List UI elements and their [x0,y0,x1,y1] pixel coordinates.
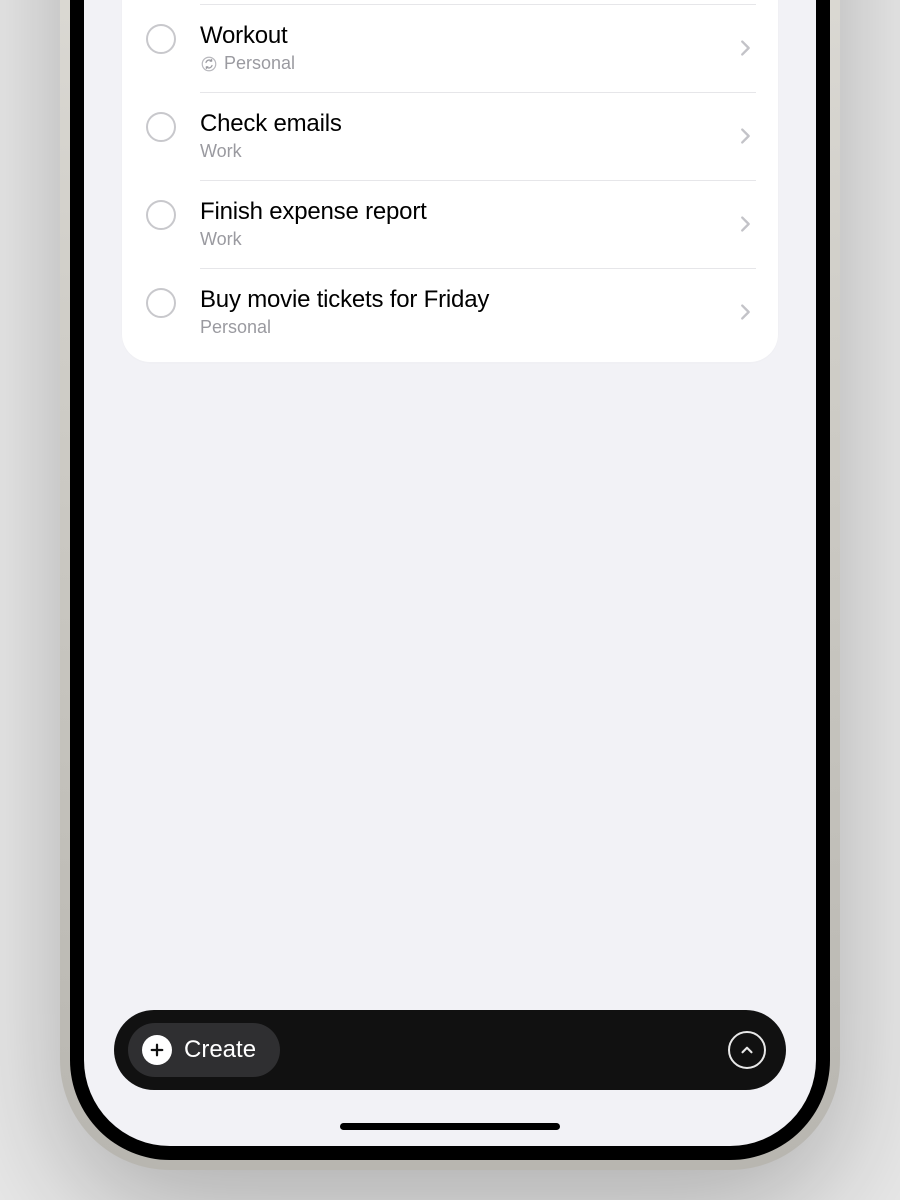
chevron-right-icon [734,125,756,147]
task-row[interactable]: Check emails Work [122,92,778,180]
task-disclosure[interactable] [734,37,756,59]
chevron-right-icon [734,301,756,323]
task-row[interactable]: Finish expense report Work [122,180,778,268]
task-checkbox[interactable] [146,288,176,318]
task-main: Buy movie tickets for Friday Personal [200,286,724,338]
task-title: Workout [200,22,724,50]
task-disclosure[interactable] [734,125,756,147]
repeat-icon [200,55,218,73]
task-category: Work [200,229,724,250]
task-checkbox[interactable] [146,200,176,230]
task-disclosure[interactable] [734,213,756,235]
expand-up-button[interactable] [728,1031,766,1069]
bottom-bar: Create [114,1010,786,1090]
chevron-right-icon [734,37,756,59]
task-row[interactable]: Buy movie tickets for Friday Personal [122,268,778,356]
task-title: Check emails [200,110,724,138]
task-title: Finish expense report [200,198,724,226]
task-category-label: Work [200,141,242,162]
task-category: Work [200,141,724,162]
task-checkbox[interactable] [146,24,176,54]
plus-icon [142,1035,172,1065]
repeat-icon [200,55,218,73]
home-indicator[interactable] [340,1123,560,1130]
task-category-label: Work [200,229,242,250]
task-category: Personal [200,53,724,74]
task-row[interactable]: Workout Personal [122,4,778,92]
chevron-right-icon [734,213,756,235]
create-button-label: Create [184,1036,256,1064]
task-category-label: Personal [200,317,271,338]
task-category-label: Personal [224,53,295,74]
task-checkbox[interactable] [146,112,176,142]
chevron-up-icon [738,1041,756,1059]
app-screen: Sunday Week 19 May 12 Tasks Call TimWork… [84,0,816,1146]
task-main: Check emails Work [200,110,724,162]
task-disclosure[interactable] [734,301,756,323]
task-main: Finish expense report Work [200,198,724,250]
phone-frame: Sunday Week 19 May 12 Tasks Call TimWork… [60,0,840,1170]
tasks-list: Call TimWorkWorkoutPersonalCheck emailsW… [122,0,778,362]
task-main: Workout Personal [200,22,724,74]
task-title: Buy movie tickets for Friday [200,286,724,314]
task-category: Personal [200,317,724,338]
create-button[interactable]: Create [128,1023,280,1077]
